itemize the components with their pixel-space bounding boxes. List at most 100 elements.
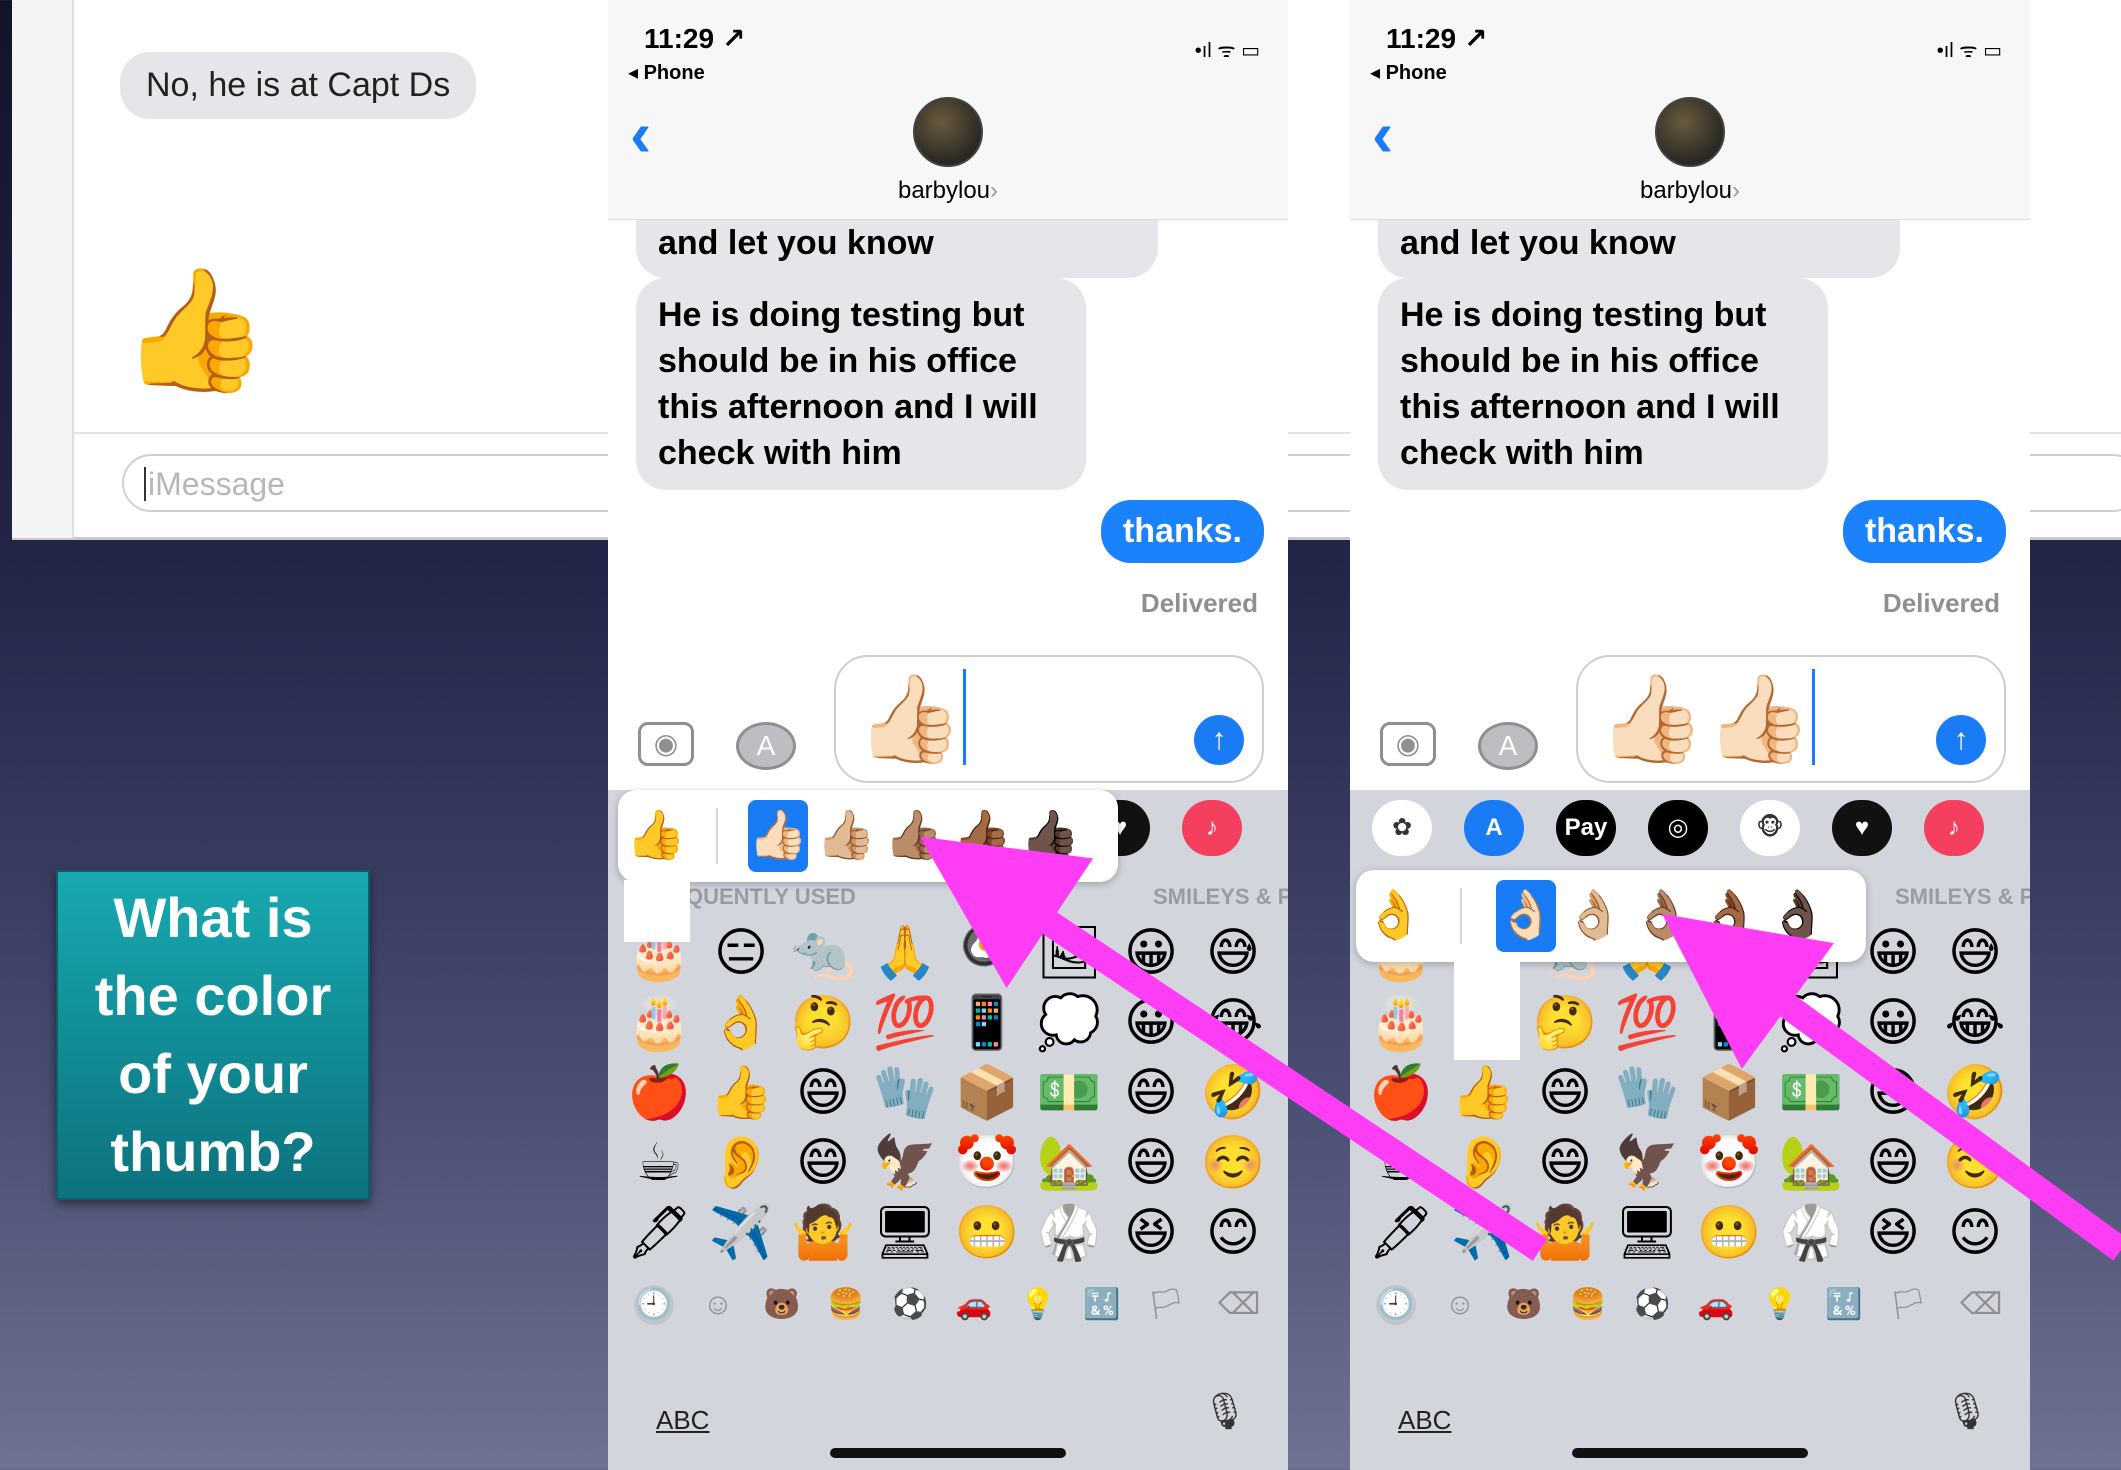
emoji-key[interactable]: 📱	[1688, 988, 1770, 1058]
emoji-key[interactable]: 🖥	[1606, 1198, 1688, 1268]
emoji-key[interactable]: 🤡	[946, 1128, 1028, 1198]
emoji-key[interactable]: 😅	[1934, 918, 2016, 988]
microphone-icon[interactable]: 🎙	[1202, 1390, 1248, 1432]
emoji-key[interactable]: 👍	[1442, 1058, 1524, 1128]
objects-icon[interactable]: 💡	[1760, 1285, 1800, 1325]
emoji-key[interactable]: ☺️	[1192, 1128, 1274, 1198]
contact-name-button[interactable]: barbylou›	[608, 177, 1288, 205]
emoji-key[interactable]: 👍	[700, 1058, 782, 1128]
emoji-key[interactable]: 🍎	[1360, 1058, 1442, 1128]
app-store-icon[interactable]: A	[1478, 722, 1538, 770]
emoji-key[interactable]: ✈️	[1442, 1198, 1524, 1268]
emoji-key[interactable]: 🏡	[1028, 1128, 1110, 1198]
recent-icon[interactable]: 🕘	[634, 1285, 674, 1325]
back-chevron-icon[interactable]: ‹	[630, 97, 651, 171]
skin-tone-option[interactable]: 👌🏿	[1768, 880, 1828, 952]
skin-tone-option[interactable]: 👍🏻	[748, 800, 808, 872]
emoji-key[interactable]: ☺️	[1934, 1128, 2016, 1198]
activity-icon[interactable]: ⚽	[1632, 1285, 1672, 1325]
emoji-key[interactable]: 🏡	[1770, 1128, 1852, 1198]
emoji-key[interactable]: 😅	[1192, 918, 1274, 988]
emoji-key[interactable]: 😂	[1192, 988, 1274, 1058]
activity-icon[interactable]: ⚽	[890, 1285, 930, 1325]
camera-icon[interactable]: ◉	[1380, 722, 1436, 766]
emoji-key[interactable]: 😄	[1852, 1058, 1934, 1128]
objects-icon[interactable]: 💡	[1018, 1285, 1058, 1325]
flags-icon[interactable]: 🏳	[1146, 1285, 1186, 1325]
emoji-key[interactable]: 📦	[1688, 1058, 1770, 1128]
skin-tone-option[interactable]: 👍🏼	[816, 800, 876, 872]
back-to-phone-link[interactable]: ◂ Phone	[628, 60, 705, 85]
emoji-key[interactable]: 😄	[1110, 1058, 1192, 1128]
emoji-key[interactable]: 😬	[1688, 1198, 1770, 1268]
emoji-key[interactable]: 🍳	[946, 918, 1028, 988]
emoji-key[interactable]: 🤣	[1192, 1058, 1274, 1128]
emoji-key[interactable]: 💭	[1028, 988, 1110, 1058]
food-icon[interactable]: 🍔	[826, 1285, 866, 1325]
emoji-key[interactable]: 😄	[782, 1058, 864, 1128]
skin-tone-option[interactable]: 👌	[1364, 880, 1424, 952]
activity-app-icon[interactable]: ◎	[1648, 800, 1708, 856]
emoji-key[interactable]: 🖋	[1360, 1198, 1442, 1268]
emoji-key[interactable]: ☕	[1360, 1128, 1442, 1198]
skin-tone-option[interactable]: 👍🏽	[884, 800, 944, 872]
contact-avatar[interactable]	[913, 97, 983, 167]
emoji-key[interactable]: 👂	[1442, 1128, 1524, 1198]
symbols-icon[interactable]: 🔣	[1082, 1285, 1122, 1325]
emoji-key[interactable]: 👌	[700, 988, 782, 1058]
back-chevron-icon[interactable]: ‹	[1372, 97, 1393, 171]
emoji-key[interactable]: 🖼	[1028, 918, 1110, 988]
microphone-icon[interactable]: 🎙	[1944, 1390, 1990, 1432]
emoji-key[interactable]: 📦	[946, 1058, 1028, 1128]
emoji-key[interactable]: 🎂	[1360, 988, 1442, 1058]
emoji-key[interactable]: 😀	[1110, 988, 1192, 1058]
back-to-phone-link[interactable]: ◂ Phone	[1370, 60, 1447, 85]
emoji-key[interactable]: 😆	[1852, 1198, 1934, 1268]
emoji-key[interactable]: 😆	[1110, 1198, 1192, 1268]
contact-name-button[interactable]: barbylou›	[1350, 177, 2030, 205]
emoji-key[interactable]: 😊	[1934, 1198, 2016, 1268]
emoji-key[interactable]: 💵	[1028, 1058, 1110, 1128]
message-input[interactable]: 👍🏻👍🏻 ↑	[1576, 655, 2006, 783]
emoji-key[interactable]: 🥋	[1770, 1198, 1852, 1268]
send-arrow-button[interactable]: ↑	[1936, 715, 1986, 765]
smileys-icon[interactable]: ☺	[698, 1285, 738, 1325]
emoji-key[interactable]: 😄	[1524, 1058, 1606, 1128]
emoji-key[interactable]: 🤷	[782, 1198, 864, 1268]
skin-tone-option[interactable]: 👌🏻	[1496, 880, 1556, 952]
emoji-key[interactable]: 🤣	[1934, 1058, 2016, 1128]
smileys-icon[interactable]: ☺	[1440, 1285, 1480, 1325]
emoji-key[interactable]: 🤔	[1524, 988, 1606, 1058]
emoji-key[interactable]: 🧤	[1606, 1058, 1688, 1128]
skin-tone-option[interactable]: 👌🏼	[1564, 880, 1624, 952]
emoji-key[interactable]: 👂	[700, 1128, 782, 1198]
abc-keyboard-switch[interactable]: ABC	[656, 1405, 709, 1436]
emoji-key[interactable]: 🧤	[864, 1058, 946, 1128]
food-icon[interactable]: 🍔	[1568, 1285, 1608, 1325]
delete-key-icon[interactable]: ⌫	[1218, 1285, 1260, 1325]
symbols-icon[interactable]: 🔣	[1824, 1285, 1864, 1325]
apple-pay-app-icon[interactable]: Pay	[1556, 800, 1616, 856]
skin-tone-option[interactable]: 👍🏾	[952, 800, 1012, 872]
skin-tone-option[interactable]: 👌🏽	[1632, 880, 1692, 952]
emoji-key[interactable]: 🤔	[782, 988, 864, 1058]
travel-icon[interactable]: 🚗	[954, 1285, 994, 1325]
skin-tone-option[interactable]: 👌🏾	[1700, 880, 1760, 952]
skin-tone-option[interactable]: 👍🏿	[1020, 800, 1080, 872]
animoji-app-icon[interactable]: 🐵	[1740, 800, 1800, 856]
flags-icon[interactable]: 🏳	[1888, 1285, 1928, 1325]
emoji-key[interactable]: 😂	[1934, 988, 2016, 1058]
emoji-key[interactable]: 🤡	[1688, 1128, 1770, 1198]
emoji-key[interactable]: 🤷	[1524, 1198, 1606, 1268]
skin-tone-option[interactable]: 👍	[626, 800, 686, 872]
emoji-key[interactable]: 😄	[1852, 1128, 1934, 1198]
emoji-key[interactable]: 🦅	[1606, 1128, 1688, 1198]
animals-icon[interactable]: 🐻	[762, 1285, 802, 1325]
travel-icon[interactable]: 🚗	[1696, 1285, 1736, 1325]
emoji-key[interactable]: 🍎	[618, 1058, 700, 1128]
emoji-key[interactable]: 😄	[1110, 1128, 1192, 1198]
recent-icon[interactable]: 🕘	[1376, 1285, 1416, 1325]
emoji-key[interactable]: 🦅	[864, 1128, 946, 1198]
send-arrow-button[interactable]: ↑	[1194, 715, 1244, 765]
emoji-key[interactable]: 😀	[1852, 988, 1934, 1058]
